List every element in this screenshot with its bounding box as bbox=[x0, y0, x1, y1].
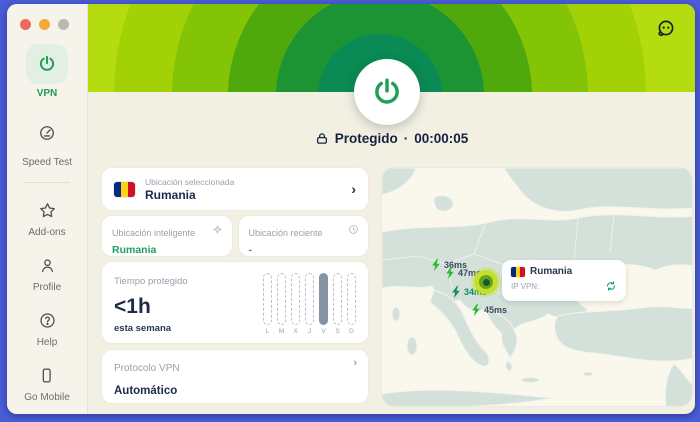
protected-time-card: Tiempo protegido <1h esta semana L M X J V S D bbox=[101, 261, 369, 344]
sidebar-item-label: Add-ons bbox=[28, 227, 65, 238]
sidebar-item-go-mobile[interactable]: Go Mobile bbox=[24, 362, 70, 403]
sidebar-item-add-ons[interactable]: Add-ons bbox=[26, 197, 68, 238]
settings-column: Ubicación seleccionada Rumania › Ubicaci… bbox=[101, 167, 369, 404]
chart-day: M bbox=[277, 273, 286, 335]
clock-icon bbox=[348, 224, 359, 235]
connection-status: Protegido · 00:00:05 bbox=[88, 131, 695, 146]
chart-bar-empty bbox=[277, 273, 286, 325]
sidebar-item-label: Speed Test bbox=[22, 157, 72, 168]
chevron-right-icon[interactable]: › bbox=[351, 181, 356, 197]
chart-bar-empty bbox=[333, 273, 342, 325]
traffic-lights bbox=[7, 4, 69, 30]
sidebar-item-label: VPN bbox=[37, 88, 58, 99]
refresh-icon[interactable] bbox=[605, 280, 617, 292]
zoom-button[interactable] bbox=[58, 19, 69, 30]
protected-time-value: <1h bbox=[114, 295, 151, 319]
speedtest-gauge-icon bbox=[26, 113, 68, 153]
sidebar-item-vpn[interactable]: VPN bbox=[26, 44, 68, 99]
chart-bar-empty bbox=[291, 273, 300, 325]
sidebar-divider bbox=[24, 182, 70, 183]
power-button[interactable] bbox=[354, 59, 420, 125]
star-icon bbox=[26, 197, 68, 223]
mobile-icon bbox=[26, 362, 68, 388]
chart-day-label: D bbox=[349, 328, 354, 335]
chart-day: X bbox=[291, 273, 300, 335]
power-icon bbox=[371, 76, 403, 108]
map-panel[interactable]: 36ms47ms34ms45ms Rumania IP VPN: bbox=[381, 167, 693, 407]
smart-location-card[interactable]: Ubicación inteligente Rumania bbox=[101, 215, 233, 257]
smart-location-label: Ubicación inteligente bbox=[112, 228, 195, 238]
tooltip-ip-label: IP VPN: bbox=[511, 282, 539, 291]
chart-day: V bbox=[319, 273, 328, 335]
app-window: VPN Speed Test Add-ons bbox=[7, 4, 695, 414]
status-label: Protegido bbox=[335, 131, 398, 146]
power-icon bbox=[26, 44, 68, 84]
chart-day-label: V bbox=[321, 328, 325, 335]
vpn-protocol-card[interactable]: Protocolo VPN › Automático bbox=[101, 349, 369, 404]
bolt-icon bbox=[430, 258, 442, 272]
chart-day: L bbox=[263, 273, 272, 335]
sidebar-item-label: Go Mobile bbox=[24, 392, 70, 403]
status-separator: · bbox=[404, 131, 409, 146]
status-timer: 00:00:05 bbox=[414, 131, 468, 146]
support-headset-icon[interactable] bbox=[655, 18, 677, 40]
chart-bar-filled bbox=[319, 273, 328, 325]
sidebar: VPN Speed Test Add-ons bbox=[7, 4, 88, 414]
protected-time-label: Tiempo protegido bbox=[114, 276, 188, 287]
chart-day-label: M bbox=[279, 328, 284, 335]
recent-location-card[interactable]: Ubicación reciente - bbox=[238, 215, 370, 257]
chart-day-label: S bbox=[335, 328, 339, 335]
minimize-button[interactable] bbox=[39, 19, 50, 30]
chart-day: J bbox=[305, 273, 314, 335]
selected-location-card[interactable]: Ubicación seleccionada Rumania › bbox=[101, 167, 369, 211]
protected-time-sublabel: esta semana bbox=[114, 323, 171, 334]
tooltip-country: Rumania bbox=[530, 266, 572, 277]
chart-bar-empty bbox=[263, 273, 272, 325]
sidebar-item-label: Profile bbox=[33, 282, 61, 293]
latency-label: 45ms bbox=[484, 305, 507, 315]
smart-location-value: Rumania bbox=[112, 244, 222, 256]
romania-flag bbox=[114, 182, 135, 197]
help-icon bbox=[26, 307, 68, 333]
map-pin[interactable]: 45ms bbox=[470, 303, 507, 317]
recent-location-value: - bbox=[249, 244, 359, 256]
vpn-protocol-label: Protocolo VPN bbox=[114, 363, 180, 374]
selected-location-value: Rumania bbox=[145, 188, 234, 202]
map-tooltip[interactable]: Rumania IP VPN: bbox=[502, 260, 626, 301]
chevron-right-icon[interactable]: › bbox=[353, 357, 357, 369]
sidebar-item-label: Help bbox=[37, 337, 58, 348]
recent-location-label: Ubicación reciente bbox=[249, 228, 323, 238]
profile-icon bbox=[26, 252, 68, 278]
close-button[interactable] bbox=[20, 19, 31, 30]
connected-location-marker[interactable] bbox=[474, 270, 498, 294]
chart-bar-empty bbox=[305, 273, 314, 325]
sidebar-item-speed-test[interactable]: Speed Test bbox=[22, 113, 72, 168]
chart-day-label: X bbox=[293, 328, 297, 335]
romania-flag bbox=[511, 267, 525, 277]
protected-time-chart: LMXJVSD bbox=[263, 273, 356, 335]
bolt-icon bbox=[444, 266, 456, 280]
vpn-protocol-value: Automático bbox=[114, 385, 356, 397]
chart-day: D bbox=[347, 273, 356, 335]
sidebar-item-help[interactable]: Help bbox=[26, 307, 68, 348]
bolt-icon bbox=[470, 303, 482, 317]
chart-day-label: L bbox=[266, 328, 270, 335]
lock-icon bbox=[315, 131, 329, 146]
sparkle-icon bbox=[212, 224, 223, 235]
chart-bar-empty bbox=[347, 273, 356, 325]
selected-location-label: Ubicación seleccionada bbox=[145, 177, 234, 187]
chart-day: S bbox=[333, 273, 342, 335]
sidebar-item-profile[interactable]: Profile bbox=[26, 252, 68, 293]
bolt-icon bbox=[450, 285, 462, 299]
chart-day-label: J bbox=[308, 328, 311, 335]
